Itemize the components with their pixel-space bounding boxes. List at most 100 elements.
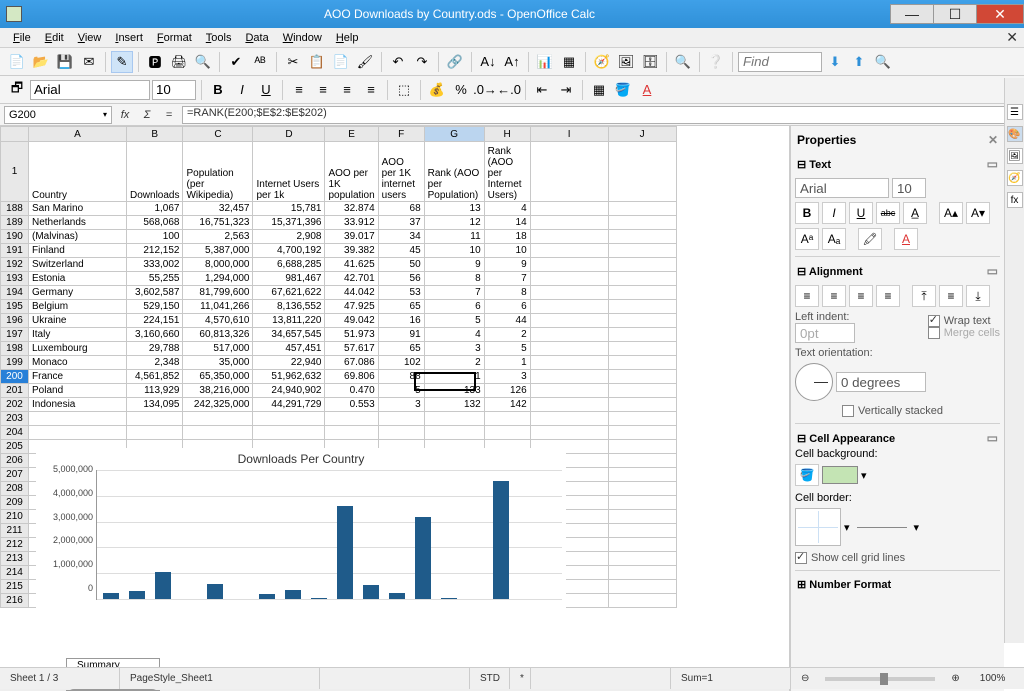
- cell[interactable]: 8: [484, 286, 530, 300]
- zoom-button[interactable]: 🔍: [672, 51, 694, 73]
- row-header[interactable]: 200: [1, 370, 29, 384]
- increase-indent-button[interactable]: ⇥: [555, 79, 577, 101]
- cell[interactable]: [530, 398, 608, 412]
- cell[interactable]: [530, 142, 608, 202]
- bg-color-swatch[interactable]: [822, 466, 858, 484]
- paste-button[interactable]: 📄: [330, 51, 352, 73]
- percent-button[interactable]: %: [450, 79, 472, 101]
- cell[interactable]: 1,067: [127, 202, 183, 216]
- cell[interactable]: 2: [424, 356, 484, 370]
- cell[interactable]: 113,929: [127, 384, 183, 398]
- panel-valign-bottom[interactable]: ⤓: [966, 285, 990, 307]
- autocheck-button[interactable]: ᴬᴮ: [249, 51, 271, 73]
- cell[interactable]: 57.617: [325, 342, 378, 356]
- orientation-wheel[interactable]: [795, 363, 833, 401]
- cell[interactable]: [608, 412, 676, 426]
- cell[interactable]: 32,457: [183, 202, 253, 216]
- cell[interactable]: 41.625: [325, 258, 378, 272]
- row-header[interactable]: 211: [1, 524, 29, 538]
- row-header[interactable]: 188: [1, 202, 29, 216]
- equals-button[interactable]: =: [160, 106, 178, 124]
- panel-grow-font-button[interactable]: A▴: [939, 202, 963, 224]
- cell[interactable]: 9: [484, 258, 530, 272]
- cell[interactable]: 212,152: [127, 244, 183, 258]
- cell[interactable]: Switzerland: [29, 258, 127, 272]
- cell[interactable]: [608, 272, 676, 286]
- cell[interactable]: 65: [378, 342, 424, 356]
- cell[interactable]: [608, 230, 676, 244]
- cell[interactable]: 68: [378, 202, 424, 216]
- cell[interactable]: [29, 426, 127, 440]
- cell[interactable]: [608, 328, 676, 342]
- alignment-section-collapse[interactable]: ▭: [987, 264, 998, 278]
- cell[interactable]: 517,000: [183, 342, 253, 356]
- row-header[interactable]: 1: [1, 142, 29, 202]
- cell[interactable]: [325, 412, 378, 426]
- cell[interactable]: 126: [484, 384, 530, 398]
- cell[interactable]: 69.806: [325, 370, 378, 384]
- cell[interactable]: [530, 300, 608, 314]
- cell[interactable]: 67.086: [325, 356, 378, 370]
- cell[interactable]: 38,216,000: [183, 384, 253, 398]
- export-pdf-button[interactable]: 🅿: [144, 51, 166, 73]
- cell[interactable]: [608, 524, 676, 538]
- cell[interactable]: 9: [424, 258, 484, 272]
- cell[interactable]: 1: [484, 356, 530, 370]
- cell[interactable]: [530, 370, 608, 384]
- cell[interactable]: 44: [484, 314, 530, 328]
- menu-file[interactable]: File: [6, 30, 38, 46]
- cell-appearance-collapse[interactable]: ▭: [987, 431, 998, 445]
- cell[interactable]: 16: [378, 314, 424, 328]
- cell[interactable]: [127, 412, 183, 426]
- find-next-button[interactable]: ⬆: [848, 51, 870, 73]
- cell[interactable]: 5: [378, 384, 424, 398]
- cell[interactable]: 133: [424, 384, 484, 398]
- cell[interactable]: [608, 398, 676, 412]
- row-header[interactable]: 195: [1, 300, 29, 314]
- align-center-button[interactable]: ≡: [312, 79, 334, 101]
- row-header[interactable]: 214: [1, 566, 29, 580]
- cell[interactable]: 5: [424, 314, 484, 328]
- cell[interactable]: [608, 538, 676, 552]
- maximize-button[interactable]: ☐: [933, 4, 977, 24]
- cell[interactable]: 11,041,266: [183, 300, 253, 314]
- email-button[interactable]: ✉: [78, 51, 100, 73]
- cell[interactable]: 11: [424, 230, 484, 244]
- new-doc-button[interactable]: 📄: [6, 51, 28, 73]
- bgcolor-button[interactable]: 🪣: [612, 79, 634, 101]
- cell[interactable]: 132: [424, 398, 484, 412]
- menu-data[interactable]: Data: [238, 30, 275, 46]
- panel-bold-button[interactable]: B: [795, 202, 819, 224]
- cell[interactable]: [608, 258, 676, 272]
- panel-shrink-font-button[interactable]: A▾: [966, 202, 990, 224]
- cell[interactable]: 10: [424, 244, 484, 258]
- cell[interactable]: 142: [484, 398, 530, 412]
- cell[interactable]: 568,068: [127, 216, 183, 230]
- row-header[interactable]: 194: [1, 286, 29, 300]
- cell[interactable]: [608, 580, 676, 594]
- border-dropdown[interactable]: ▾: [844, 521, 850, 534]
- sidebar-functions-icon[interactable]: fx: [1007, 192, 1023, 208]
- cell[interactable]: 42.701: [325, 272, 378, 286]
- row-header[interactable]: 201: [1, 384, 29, 398]
- font-size-combo[interactable]: [152, 80, 196, 100]
- col-header-A[interactable]: A: [29, 127, 127, 142]
- vertically-stacked-checkbox[interactable]: Vertically stacked: [842, 405, 943, 417]
- cell[interactable]: 32.874: [325, 202, 378, 216]
- cell[interactable]: 2,908: [253, 230, 325, 244]
- cell[interactable]: [378, 412, 424, 426]
- sum-button[interactable]: Σ: [138, 106, 156, 124]
- row-header[interactable]: 192: [1, 258, 29, 272]
- row-header[interactable]: 215: [1, 580, 29, 594]
- name-box[interactable]: G200 ▾: [4, 106, 112, 124]
- cell[interactable]: [608, 202, 676, 216]
- col-header-G[interactable]: G: [424, 127, 484, 142]
- cell[interactable]: [530, 314, 608, 328]
- cell[interactable]: 22,940: [253, 356, 325, 370]
- cell[interactable]: Indonesia: [29, 398, 127, 412]
- cell[interactable]: 457,451: [253, 342, 325, 356]
- close-document-button[interactable]: ✕: [1006, 29, 1018, 46]
- cell[interactable]: 45: [378, 244, 424, 258]
- cut-button[interactable]: ✂: [282, 51, 304, 73]
- align-justify-button[interactable]: ≡: [360, 79, 382, 101]
